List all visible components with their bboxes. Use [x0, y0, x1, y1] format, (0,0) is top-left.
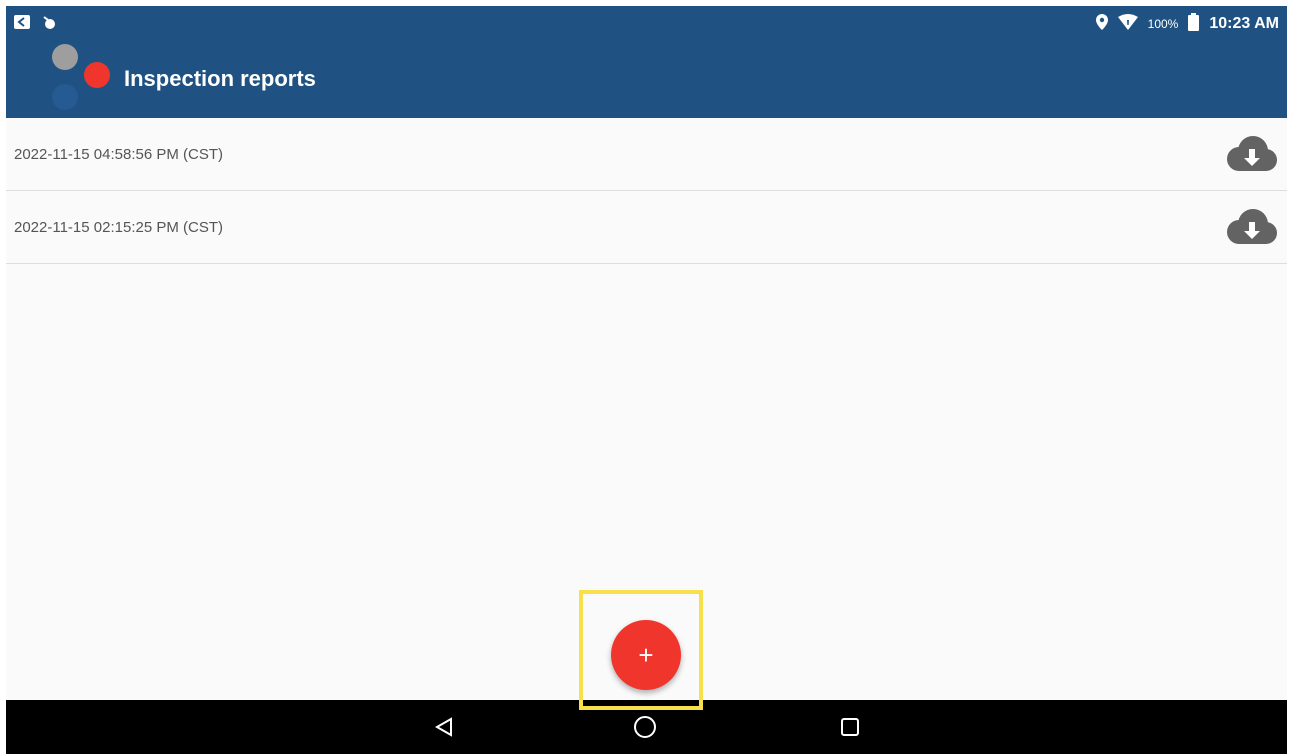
back-icon[interactable] — [430, 713, 458, 741]
list-item[interactable]: 2022-11-15 02:15:25 PM (CST) — [6, 191, 1287, 264]
notification-icon — [14, 14, 30, 34]
location-icon — [1095, 14, 1108, 34]
cloud-download-icon — [1227, 136, 1277, 171]
download-button[interactable] — [1219, 207, 1279, 247]
cloud-download-icon — [1227, 209, 1277, 244]
logo-dot-blue — [52, 84, 78, 110]
home-icon[interactable] — [631, 713, 659, 741]
recents-icon[interactable] — [836, 713, 864, 741]
app-bar: Inspection reports — [6, 42, 1287, 118]
device-screen: 100% 10:23 AM Inspection reports 2022-11… — [6, 6, 1287, 754]
logo-dot-red — [84, 62, 110, 88]
page-title: Inspection reports — [124, 66, 316, 91]
clock: 10:23 AM — [1209, 15, 1279, 32]
status-bar: 100% 10:23 AM — [6, 6, 1287, 42]
report-date: 2022-11-15 02:15:25 PM (CST) — [14, 218, 223, 236]
report-list: 2022-11-15 04:58:56 PM (CST) 2022-11-15 … — [6, 118, 1287, 264]
download-button[interactable] — [1219, 134, 1279, 174]
report-date: 2022-11-15 04:58:56 PM (CST) — [14, 145, 223, 163]
list-item[interactable]: 2022-11-15 04:58:56 PM (CST) — [6, 118, 1287, 191]
navigation-bar — [6, 700, 1287, 754]
add-report-button[interactable]: + — [611, 620, 681, 690]
app-logo — [46, 42, 116, 118]
wifi-icon — [1117, 14, 1138, 34]
logo-dot-gray — [52, 44, 78, 70]
battery-icon — [1188, 13, 1200, 35]
app-notification-icon — [42, 15, 56, 34]
battery-percentage: 100% — [1147, 17, 1179, 31]
